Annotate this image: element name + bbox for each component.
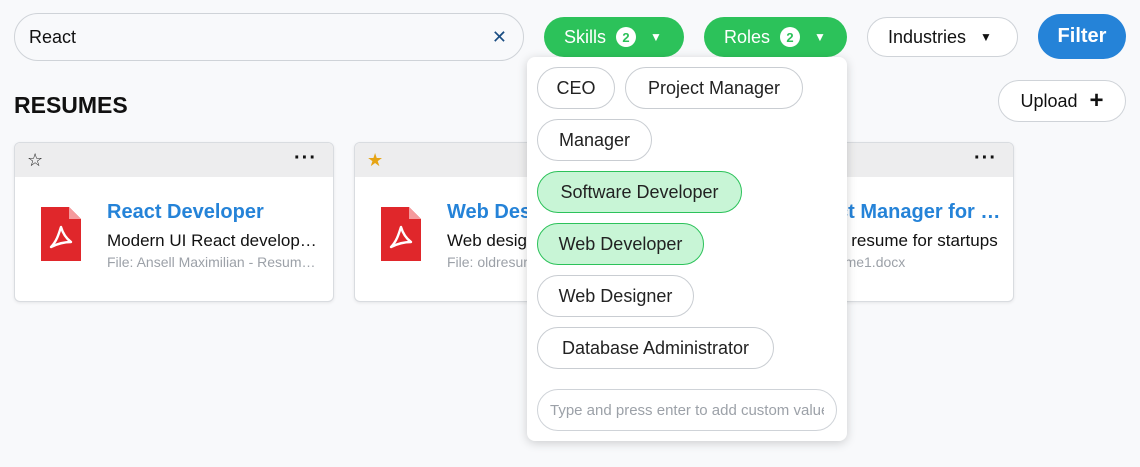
caret-down-icon: ▼ <box>650 30 662 44</box>
resume-description: Modern UI React developer resume <box>107 231 322 250</box>
filter-button[interactable]: Filter <box>1038 14 1126 59</box>
caret-down-icon: ▼ <box>980 30 992 44</box>
pdf-file-icon <box>381 207 421 261</box>
caret-down-icon: ▼ <box>814 30 826 44</box>
industries-label: Industries <box>888 26 967 47</box>
roles-label: Roles <box>724 26 771 47</box>
search-field[interactable]: React ✕ <box>14 13 524 61</box>
page-title: RESUMES <box>14 92 128 118</box>
resume-file-name: File: Ansell Maximilian - Resume.pdf <box>107 254 322 270</box>
skills-count-badge: 2 <box>616 27 637 47</box>
roles-count-badge: 2 <box>780 27 801 47</box>
close-icon[interactable]: ✕ <box>492 27 507 48</box>
role-option-software-developer[interactable]: Software Developer <box>537 171 742 213</box>
upload-label: Upload <box>1020 90 1078 111</box>
roles-filter-button[interactable]: Roles 2 ▼ <box>704 17 847 57</box>
card-header: ☆ ··· <box>15 143 333 177</box>
star-outline-icon[interactable]: ☆ <box>27 150 43 171</box>
role-option-web-developer[interactable]: Web Developer <box>537 223 704 265</box>
search-input[interactable]: React <box>29 27 492 48</box>
skills-label: Skills <box>564 26 607 47</box>
role-option-web-designer[interactable]: Web Designer <box>537 275 694 317</box>
more-options-icon[interactable]: ··· <box>294 147 317 170</box>
role-option-project-manager[interactable]: Project Manager <box>625 67 803 109</box>
industries-filter-button[interactable]: Industries ▼ <box>867 17 1018 57</box>
roles-dropdown: CEO Project Manager Manager Software Dev… <box>527 57 847 441</box>
role-option-manager[interactable]: Manager <box>537 119 652 161</box>
resume-card[interactable]: ☆ ··· React Developer Modern UI React de… <box>14 142 334 302</box>
skills-filter-button[interactable]: Skills 2 ▼ <box>544 17 684 57</box>
role-option-database-administrator[interactable]: Database Administrator <box>537 327 774 369</box>
custom-role-input[interactable] <box>537 389 837 431</box>
more-options-icon[interactable]: ··· <box>974 147 997 170</box>
role-option-ceo[interactable]: CEO <box>537 67 615 109</box>
pdf-file-icon <box>41 207 81 261</box>
upload-button[interactable]: Upload + <box>998 80 1126 122</box>
plus-icon: + <box>1089 87 1104 114</box>
resume-title[interactable]: React Developer <box>107 201 322 224</box>
star-filled-icon[interactable]: ★ <box>367 150 383 171</box>
